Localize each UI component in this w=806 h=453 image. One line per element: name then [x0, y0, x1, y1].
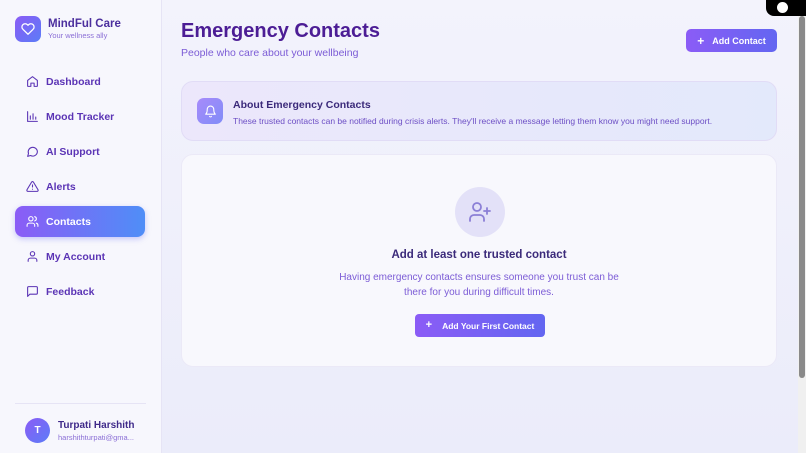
sidebar-item-label: Alerts — [46, 180, 76, 193]
user-plus-icon — [455, 187, 505, 237]
add-first-contact-button[interactable]: + Add Your First Contact — [415, 314, 545, 337]
avatar: T — [25, 418, 50, 443]
page-title: Emergency Contacts — [181, 20, 380, 42]
sidebar-item-mood-tracker[interactable]: Mood Tracker — [15, 101, 145, 132]
user-profile[interactable]: T Turpati Harshith harshithturpati@gma..… — [15, 403, 146, 443]
sidebar-item-dashboard[interactable]: Dashboard — [15, 66, 145, 97]
add-contact-label: Add Contact — [712, 35, 766, 46]
info-title: About Emergency Contacts — [233, 99, 371, 111]
sidebar-item-label: My Account — [46, 250, 106, 263]
brand-name: MindFul Care — [48, 18, 121, 30]
empty-state-title: Add at least one trusted contact — [391, 249, 567, 261]
main-content: Emergency Contacts People who care about… — [162, 0, 806, 453]
sidebar-item-my-account[interactable]: My Account — [15, 241, 145, 272]
warning-triangle-icon — [25, 180, 39, 194]
corner-dot-icon — [777, 2, 788, 13]
message-square-icon — [25, 285, 39, 299]
scrollbar-thumb[interactable] — [799, 16, 805, 378]
chat-bubble-icon — [25, 145, 39, 159]
sidebar-item-label: Contacts — [46, 215, 91, 228]
bell-icon — [197, 98, 223, 124]
add-first-contact-label: Add Your First Contact — [442, 320, 535, 331]
sidebar-item-feedback[interactable]: Feedback — [15, 276, 145, 307]
empty-state-description: Having emergency contacts ensures someon… — [339, 272, 619, 298]
add-contact-button[interactable]: + Add Contact — [686, 29, 777, 52]
sidebar-nav: Dashboard Mood Tracker AI Support Alerts — [0, 66, 161, 307]
sidebar-item-label: Mood Tracker — [46, 110, 115, 123]
app-root: MindFul Care Your wellness ally Dashboar… — [0, 0, 806, 453]
bar-chart-icon — [25, 110, 39, 124]
plus-icon: + — [697, 33, 705, 48]
scrollbar[interactable] — [798, 0, 806, 453]
brand[interactable]: MindFul Care Your wellness ally — [0, 0, 161, 42]
sidebar-item-label: Dashboard — [46, 75, 101, 88]
sidebar-item-label: Feedback — [46, 285, 95, 298]
sidebar-item-label: AI Support — [46, 145, 100, 158]
info-text: These trusted contacts can be notified d… — [233, 116, 713, 126]
brand-text: MindFul Care Your wellness ally — [48, 17, 121, 41]
home-icon — [25, 75, 39, 89]
sidebar-item-contacts[interactable]: Contacts — [15, 206, 145, 237]
sidebar: MindFul Care Your wellness ally Dashboar… — [0, 0, 162, 453]
user-email: harshithturpati@gma... — [58, 432, 134, 442]
user-name: Turpati Harshith — [58, 419, 135, 431]
users-icon — [25, 215, 39, 229]
corner-widget[interactable] — [766, 0, 806, 16]
user-text: Turpati Harshith harshithturpati@gma... — [58, 419, 134, 443]
sidebar-item-ai-support[interactable]: AI Support — [15, 136, 145, 167]
plus-icon: + — [425, 319, 433, 331]
page-subtitle: People who care about your wellbeing — [181, 47, 359, 59]
empty-state-card: Add at least one trusted contact Having … — [181, 154, 777, 367]
sidebar-item-alerts[interactable]: Alerts — [15, 171, 145, 202]
info-card: About Emergency Contacts These trusted c… — [181, 81, 777, 141]
brand-tagline: Your wellness ally — [48, 31, 108, 40]
heart-icon — [15, 16, 41, 42]
user-icon — [25, 250, 39, 264]
